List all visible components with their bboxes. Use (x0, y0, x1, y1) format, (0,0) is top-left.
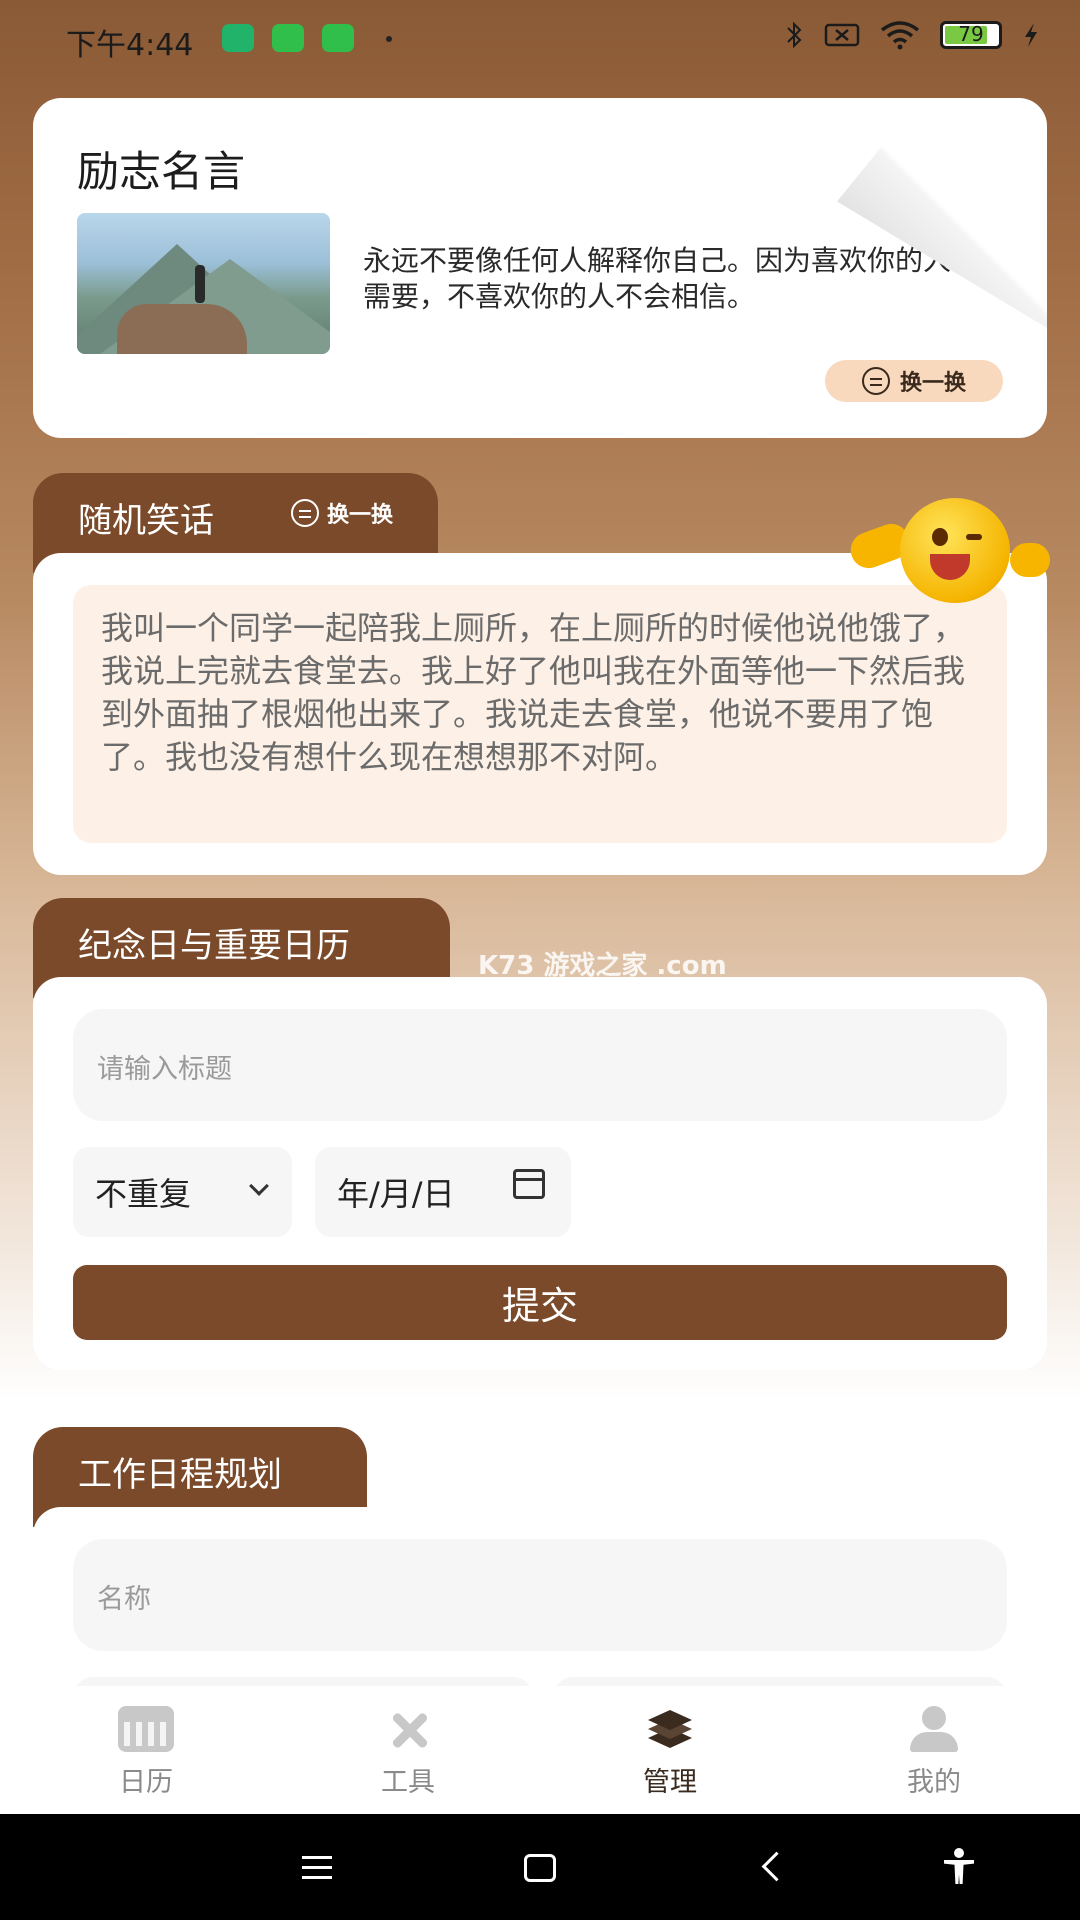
tab-tools[interactable]: 工具 (348, 1706, 468, 1799)
charging-icon (1025, 23, 1037, 47)
anniversary-title: 纪念日与重要日历 (78, 926, 350, 966)
quote-card: 励志名言 永远不要像任何人解释你自己。因为喜欢你的人不需要，不喜欢你的人不会相信… (33, 98, 1047, 438)
anniversary-card: 请输入标题 不重复 年/月/日 提交 (33, 977, 1047, 1370)
swap-icon (291, 499, 319, 527)
system-nav-bar (0, 1814, 1080, 1920)
tab-mine[interactable]: 我的 (874, 1706, 994, 1799)
quote-title: 励志名言 (77, 147, 246, 196)
repeat-select-value: 不重复 (95, 1175, 192, 1213)
tab-label: 工具 (381, 1767, 435, 1798)
status-icons: 79 (784, 20, 1040, 50)
calendar-icon (118, 1706, 174, 1752)
user-icon (906, 1706, 962, 1752)
tab-label: 管理 (643, 1767, 697, 1798)
status-time: 下午4:44 (66, 28, 194, 63)
schedule-name-input[interactable]: 名称 (73, 1539, 1007, 1651)
back-icon[interactable] (752, 1846, 796, 1890)
joke-text: 我叫一个同学一起陪我上厕所，在上厕所的时候他说他饿了，我说上完就去食堂去。我上好… (101, 609, 966, 776)
tab-calendar[interactable]: 日历 (86, 1706, 206, 1799)
quote-text: 永远不要像任何人解释你自己。因为喜欢你的人不需要，不喜欢你的人不会相信。 (363, 244, 980, 313)
joke-title: 随机笑话 (78, 501, 214, 541)
quote-swap-label: 换一换 (899, 371, 966, 396)
anniversary-title-input[interactable]: 请输入标题 (73, 1009, 1007, 1121)
repeat-select[interactable]: 不重复 (73, 1147, 292, 1237)
status-bar: 下午4:44 79 (0, 0, 1080, 80)
accessibility-icon[interactable] (938, 1846, 982, 1890)
calendar-picker-icon[interactable] (513, 1169, 545, 1199)
schedule-title: 工作日程规划 (78, 1455, 282, 1495)
home-icon[interactable] (524, 1854, 556, 1882)
battery-icon: 79 (940, 21, 1002, 49)
wifi-icon (880, 21, 920, 50)
joke-box: 我叫一个同学一起陪我上厕所，在上厕所的时候他说他饿了，我说上完就去食堂去。我上好… (73, 585, 1007, 843)
schedule-card: 名称 (33, 1507, 1047, 1717)
swap-icon (861, 367, 890, 395)
quote-swap-button[interactable]: 换一换 (825, 360, 1003, 402)
tab-manage[interactable]: 管理 (610, 1706, 730, 1799)
frog-app-icon (272, 24, 304, 52)
bottom-tab-bar: 日历 工具 管理 我的 (0, 1686, 1080, 1814)
winking-emoji-icon (845, 498, 1050, 608)
menu-icon[interactable] (296, 1846, 340, 1890)
quote-image (77, 213, 330, 354)
joke-swap-label: 换一换 (327, 503, 394, 528)
date-input[interactable]: 年/月/日 (315, 1147, 571, 1237)
tools-icon (380, 1706, 436, 1752)
battery-level: 79 (958, 22, 984, 46)
notification-dot-icon (386, 36, 392, 42)
frog-app-icon (322, 24, 354, 52)
chevron-down-icon (249, 1176, 269, 1196)
bluetooth-icon (787, 21, 802, 49)
date-input-value: 年/月/日 (337, 1175, 455, 1213)
no-sim-icon (824, 23, 860, 47)
layers-icon (642, 1706, 698, 1752)
joke-swap-button[interactable]: 换一换 (291, 497, 393, 529)
tab-label: 我的 (907, 1767, 961, 1798)
tab-label: 日历 (119, 1767, 173, 1798)
submit-button[interactable]: 提交 (73, 1265, 1007, 1340)
shield-app-icon (222, 24, 254, 52)
